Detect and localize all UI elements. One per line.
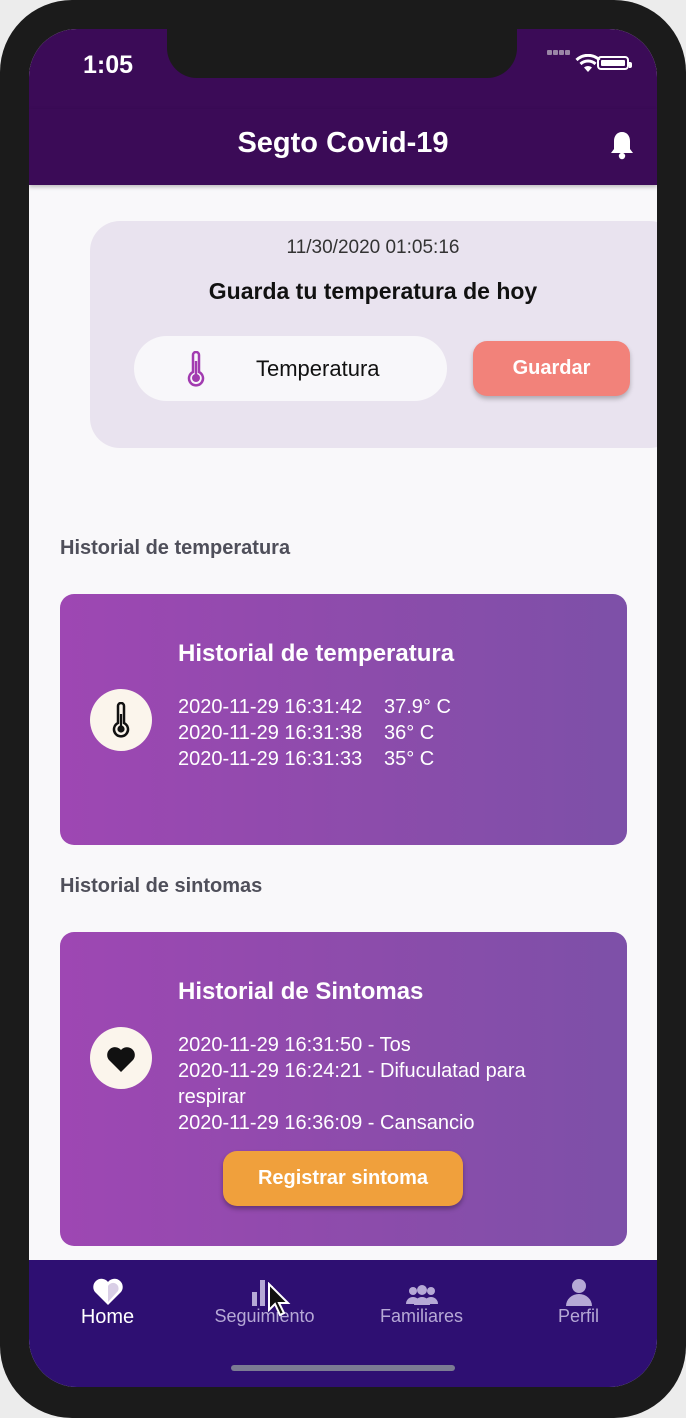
app-screen: 1:05 Segto Covid-19 11/30/2020 01:05:16 … <box>29 29 657 1387</box>
temperature-history-row: 2020-11-29 16:31:38 36° C <box>178 720 598 746</box>
temperature-entry-value: 35° C <box>384 748 435 770</box>
person-icon <box>565 1279 592 1306</box>
home-indicator <box>231 1365 455 1371</box>
temperature-input-placeholder: Temperatura <box>256 356 380 381</box>
status-time: 1:05 <box>83 51 134 79</box>
register-symptom-button[interactable]: Registrar sintoma <box>223 1151 463 1206</box>
temperature-entry-date: 2020-11-29 16:31:42 <box>178 696 363 718</box>
tab-label: Seguimiento <box>214 1306 315 1326</box>
mouse-cursor-icon <box>268 1282 291 1317</box>
tab-familiares[interactable]: Familiares <box>343 1272 500 1327</box>
heart-icon <box>92 1278 123 1305</box>
symptom-history-icon-badge <box>90 1027 152 1089</box>
cell-signal-icon <box>547 42 575 55</box>
save-temperature-button[interactable]: Guardar <box>473 341 630 396</box>
device-notch <box>167 29 517 78</box>
device-frame: 1:05 Segto Covid-19 11/30/2020 01:05:16 … <box>0 0 686 1418</box>
tab-perfil[interactable]: Perfil <box>500 1272 657 1327</box>
temperature-entry-card: 11/30/2020 01:05:16 Guarda tu temperatur… <box>90 221 657 448</box>
temperature-history-title: Historial de temperatura <box>178 640 455 667</box>
current-datetime: 11/30/2020 01:05:16 <box>286 237 460 258</box>
symptom-history-list: 2020-11-29 16:31:50 - Tos 2020-11-29 16:… <box>178 1032 578 1136</box>
battery-icon <box>597 56 632 70</box>
home-content: 11/30/2020 01:05:16 Guarda tu temperatur… <box>29 185 657 1260</box>
symptom-entry: 2020-11-29 16:31:50 - Tos <box>178 1034 411 1056</box>
symptom-history-card[interactable]: Historial de Sintomas 2020-11-29 16:31:5… <box>60 932 627 1246</box>
symptom-entry: 2020-11-29 16:24:21 - Difuculatad para r… <box>178 1060 526 1108</box>
symptom-history-section-label: Historial de sintomas <box>60 875 263 897</box>
temperature-history-row: 2020-11-29 16:31:42 37.9° C <box>178 694 598 720</box>
temperature-history-row: 2020-11-29 16:31:33 35° C <box>178 746 598 772</box>
temperature-input[interactable]: Temperatura <box>134 336 447 401</box>
app-bar: Segto Covid-19 <box>29 109 657 185</box>
temperature-entry-date: 2020-11-29 16:31:33 <box>178 748 363 770</box>
thermometer-icon <box>187 351 205 387</box>
tab-label: Home <box>80 1306 135 1328</box>
heart-icon <box>107 1047 135 1072</box>
notification-bell-icon[interactable] <box>609 130 635 160</box>
temperature-history-icon-badge <box>90 689 152 751</box>
tab-seguimiento[interactable]: Seguimiento <box>186 1272 343 1327</box>
thermometer-icon <box>112 702 130 738</box>
app-title: Segto Covid-19 <box>237 127 449 159</box>
status-bar: 1:05 <box>29 29 657 109</box>
temperature-entry-value: 36° C <box>384 722 435 744</box>
symptom-entry: 2020-11-29 16:36:09 - Cansancio <box>178 1112 475 1134</box>
temperature-entry-value: 37.9° C <box>384 696 451 718</box>
temperature-history-section-label: Historial de temperatura <box>60 537 291 559</box>
temperature-entry-date: 2020-11-29 16:31:38 <box>178 722 363 744</box>
symptom-history-title: Historial de Sintomas <box>178 978 424 1005</box>
tab-label: Perfil <box>557 1306 599 1326</box>
tab-label: Familiares <box>379 1306 463 1326</box>
tab-home[interactable]: Home <box>29 1272 186 1329</box>
temperature-history-list: 2020-11-29 16:31:42 37.9° C 2020-11-29 16… <box>178 694 598 772</box>
temperature-history-card[interactable]: Historial de temperatura 2020-11-29 16:3… <box>60 594 627 845</box>
people-icon <box>405 1285 438 1305</box>
temperature-entry-heading: Guarda tu temperatura de hoy <box>208 278 538 304</box>
